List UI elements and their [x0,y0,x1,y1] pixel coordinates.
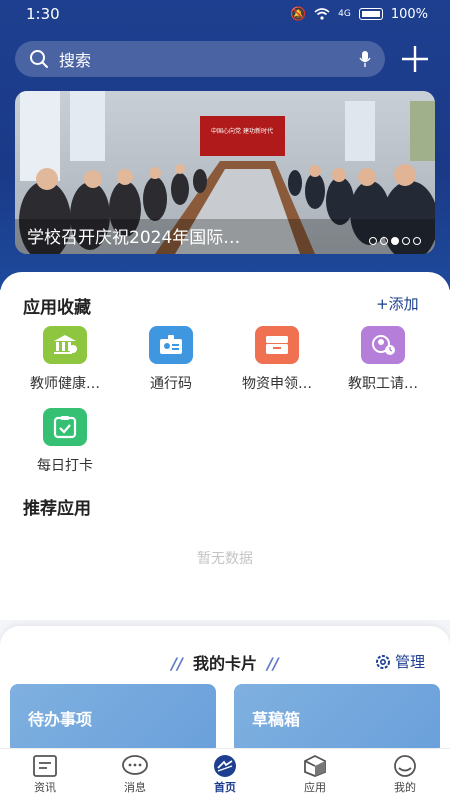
favorites-title: 应用收藏 [23,298,91,318]
recommended-title: 推荐应用 [23,499,91,519]
nav-item-home[interactable]: 首页 [180,749,270,800]
app-label: 物资申领… [242,376,312,392]
app-label: 教师健康… [30,376,100,392]
add-button[interactable] [400,44,430,74]
cards-title: 我的卡片 [192,654,257,673]
carousel-dot[interactable] [402,237,410,245]
app-pass-code[interactable]: 通行码 [121,326,221,393]
cube-icon [304,755,326,777]
news-banner[interactable]: 中国心向党 建功新时代 学校召开庆祝2024年国际… [15,91,435,254]
battery-icon [358,8,383,20]
mute-icon: 🔕 [289,6,307,22]
inbox-tray-icon [255,326,299,364]
app-label: 教职工请… [348,376,418,392]
search-placeholder: 搜索 [59,51,92,70]
home-logo-icon [214,755,236,777]
bank-building-icon [43,326,87,364]
chat-bubble-icon [122,755,148,775]
nav-item-profile[interactable]: 我的 [360,749,450,800]
nav-item-news[interactable]: 资讯 [0,749,90,800]
search-input[interactable]: 搜索 [15,41,385,77]
person-clock-icon [361,326,405,364]
nav-label: 我的 [394,781,416,794]
app-label: 每日打卡 [37,458,93,474]
app-teacher-health[interactable]: 教师健康… [15,326,115,393]
nav-item-messages[interactable]: 消息 [90,749,180,800]
app-daily-checkin[interactable]: 每日打卡 [15,408,115,475]
carousel-dot-active[interactable] [391,237,399,245]
carousel-dot[interactable] [413,237,421,245]
status-time: 1:30 [26,5,60,23]
app-label: 通行码 [150,376,192,392]
wifi-icon [314,8,330,20]
banner-caption: 学校召开庆祝2024年国际… [27,228,241,248]
manage-cards-button[interactable]: 管理 [374,651,425,672]
decor-slash-icon: // [267,654,279,673]
card-title: 草稿箱 [252,710,301,729]
signal-label: 4G [338,9,351,19]
nav-label: 首页 [214,781,236,794]
news-icon [33,755,57,777]
card-todo[interactable]: 待办事项 [10,684,216,754]
settings-gear-icon [376,654,390,669]
nav-label: 资讯 [34,781,56,794]
app-staff-leave[interactable]: 教职工请… [333,326,433,393]
banner-screen-text: 中国心向党 建功新时代 [211,127,273,135]
battery-percent: 100% [390,6,428,22]
bottom-nav: 资讯 消息 首页 应用 我的 [0,748,450,800]
nav-item-apps[interactable]: 应用 [270,749,360,800]
nav-label: 消息 [124,781,146,794]
nav-label: 应用 [304,781,326,794]
card-title: 待办事项 [28,710,93,729]
decor-slash-icon: // [171,654,183,673]
id-badge-icon [149,326,193,364]
manage-label: 管理 [395,653,426,671]
empty-state-text: 暂无数据 [197,551,253,567]
carousel-dot[interactable] [369,237,377,245]
app-supplies-request[interactable]: 物资申领… [227,326,327,393]
microphone-icon[interactable] [359,51,371,67]
carousel-indicator[interactable] [369,237,421,245]
carousel-dot[interactable] [380,237,388,245]
search-icon [30,50,48,68]
profile-icon [394,755,416,777]
clipboard-check-icon [43,408,87,446]
status-bar: 1:30 🔕 4G 100% [0,0,450,28]
add-app-link[interactable]: +添加 [376,293,419,314]
card-drafts[interactable]: 草稿箱 [234,684,440,754]
